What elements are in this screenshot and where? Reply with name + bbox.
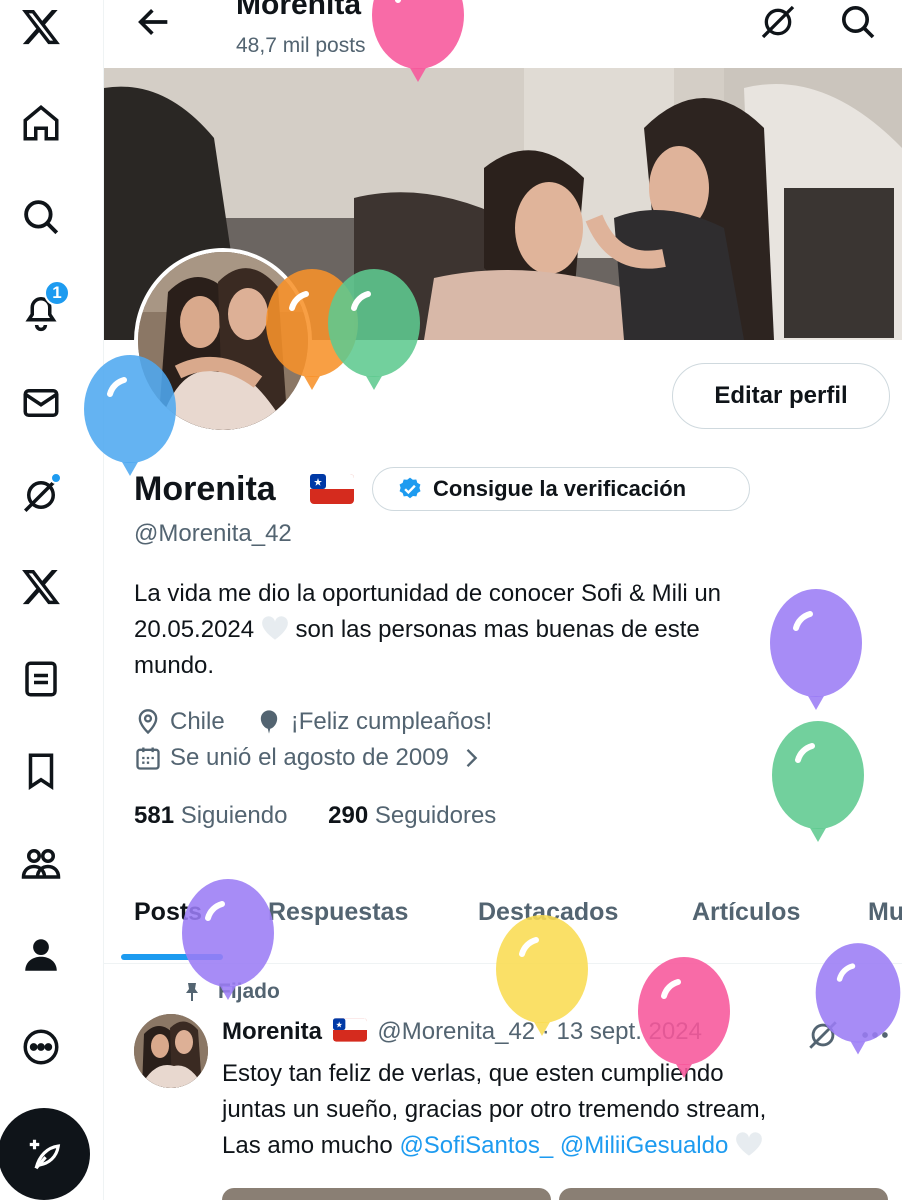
tweet-media-2[interactable] [559,1188,888,1200]
profile-tabs: Posts Respuestas Destacados Artículos Mu [104,890,902,964]
get-verified-label: Consigue la verificación [433,476,687,501]
pinned-label: Fijado [218,980,280,1003]
search-icon[interactable] [16,192,66,242]
tweet-header: Morenita @Morenita_42 · 13 sept. 2024 [222,1018,702,1046]
mention-mili[interactable]: @MiliiGesualdo [560,1132,728,1159]
white-heart-icon [261,616,288,640]
follow-counts: 581 Siguiendo 290 Seguidores [134,802,496,830]
bio-line-2: 20.05.2024 son las personas mas buenas d… [134,612,854,648]
header-title: Morenita [236,0,362,21]
profile-meta-row-1: Chile ¡Feliz cumpleaños! [134,708,492,736]
tweet-line-2: juntas un sueño, gracias por otro tremen… [222,1096,767,1123]
location-pin-icon [138,709,158,735]
bio-line-1: La vida me dio la oportunidad de conocer… [134,580,722,607]
tweet-line-3-text: Las amo mucho [222,1132,393,1159]
pin-icon [186,983,198,1001]
grok-dot-badge [50,472,62,484]
avatar-photo [138,252,308,430]
display-name: Morenita [134,470,276,508]
bio-line-2-text: son las personas mas buenas de este [295,616,700,643]
tweet-media-1[interactable] [222,1188,551,1200]
tab-posts[interactable]: Posts [134,898,202,927]
verified-badge-icon [399,477,421,499]
bookmarks-icon[interactable] [16,746,66,796]
x-logo-icon[interactable] [16,2,66,52]
tab-destacados[interactable]: Destacados [478,898,618,927]
more-options-icon[interactable] [16,1022,66,1072]
joined-date: Se unió el agosto de 2009 [170,744,449,771]
chevron-right-icon [466,749,478,767]
followers-link[interactable]: 290 Seguidores [328,802,496,829]
feather-plus-icon [29,1139,61,1170]
tweet-media-strip[interactable] [222,1188,888,1200]
followers-label: Seguidores [374,802,497,829]
tweet-handle-date: @Morenita_42 · 13 sept. 2024 [377,1018,702,1045]
header-search-icon[interactable] [838,2,878,42]
bio-line-3: mundo. [134,652,215,679]
profile-avatar[interactable] [134,248,312,434]
post-count: 48,7 mil posts [236,34,366,57]
grok-header-icon[interactable] [758,2,798,42]
compose-post-button[interactable] [0,1108,90,1200]
x-premium-icon[interactable] [16,562,66,612]
notifications-badge: 1 [44,280,70,306]
edit-profile-button[interactable]: Editar perfil [672,363,890,429]
following-label: Siguiendo [180,802,288,829]
tweet-white-heart-icon [736,1132,762,1156]
active-tab-indicator [121,954,223,960]
following-link[interactable]: 581 Siguiendo [134,802,287,829]
back-arrow-icon[interactable] [134,2,174,42]
tweet-line-1: Estoy tan feliz de verlas, que esten cum… [222,1060,724,1087]
chile-flag-icon [310,474,354,504]
grok-icon[interactable] [16,470,66,520]
get-verified-button[interactable]: Consigue la verificación [372,467,750,511]
lists-icon[interactable] [16,654,66,704]
location-text: Chile [170,708,225,735]
tweet-chile-flag-icon [332,1018,367,1042]
tweet-avatar-photo [134,1014,208,1088]
left-nav-rail: 1 [0,0,104,1200]
tweet-author-name[interactable]: Morenita [222,1018,322,1045]
tweet-grok-icon[interactable] [806,1018,840,1052]
tab-articulos[interactable]: Artículos [692,898,800,927]
birthday-text: ¡Feliz cumpleaños! [290,708,493,735]
balloon-icon [260,710,277,734]
calendar-icon [136,747,160,770]
tweet-more-icon[interactable] [858,1018,892,1052]
following-count: 581 [134,802,175,829]
tab-respuestas[interactable]: Respuestas [268,898,408,927]
communities-icon[interactable] [16,838,66,888]
tab-multimedia[interactable]: Mu [868,898,902,927]
tweet-author-avatar[interactable] [134,1014,208,1088]
tweet-text: Estoy tan feliz de verlas, que esten cum… [222,1056,882,1164]
tweet-line-3: Las amo mucho @SofiSantos_ @MiliiGesuald… [222,1128,882,1164]
profile-bio: La vida me dio la oportunidad de conocer… [134,576,854,684]
mention-sofi[interactable]: @SofiSantos_ [399,1132,553,1159]
profile-meta-row-2[interactable]: Se unió el agosto de 2009 [134,744,485,772]
followers-count: 290 [328,802,369,829]
profile-handle: @Morenita_42 [134,520,292,547]
home-icon[interactable] [16,98,66,148]
messages-envelope-icon[interactable] [16,378,66,428]
balloon-green-2-icon [772,721,864,842]
profile-header: Morenita 48,7 mil posts [104,0,902,68]
notifications-bell-icon[interactable]: 1 [16,280,70,336]
pinned-label-row: Fijado [180,980,280,1004]
profile-icon[interactable] [16,930,66,980]
bio-date: 20.05.2024 [134,616,255,643]
